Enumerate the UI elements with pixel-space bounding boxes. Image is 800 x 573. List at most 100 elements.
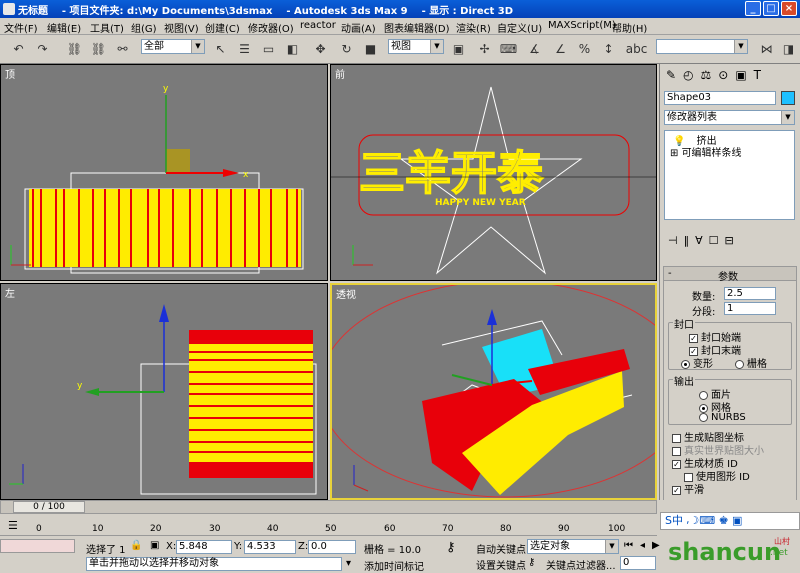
- x-coordinate-input[interactable]: 5.848: [176, 540, 232, 554]
- amount-input[interactable]: 2.5: [724, 287, 776, 300]
- maxscript-listener[interactable]: [0, 539, 75, 553]
- time-tag-icon[interactable]: ▾: [346, 558, 351, 569]
- key-filters-button[interactable]: 关键点过滤器...: [546, 557, 616, 572]
- redo-icon[interactable]: ↷: [32, 38, 53, 59]
- undo-icon[interactable]: ↶: [8, 38, 29, 59]
- viewport-label-top[interactable]: 顶: [5, 66, 15, 81]
- menu-create[interactable]: 创建(C): [205, 20, 240, 35]
- menu-animation[interactable]: 动画(A): [341, 20, 376, 35]
- menu-tools[interactable]: 工具(T): [90, 20, 124, 35]
- selection-filter-dropdown[interactable]: 全部 ▼: [141, 39, 205, 54]
- track-bar[interactable]: ☰ 0 10 20 30 40 50 60 70 80 90 100: [0, 516, 657, 536]
- viewport-label-perspective[interactable]: 透视: [336, 286, 356, 301]
- menu-graph-editors[interactable]: 图表编辑器(D): [384, 20, 450, 35]
- watermark-domain: .net: [770, 548, 788, 558]
- menu-group[interactable]: 组(G): [131, 20, 157, 35]
- select-and-rotate-icon[interactable]: ↻: [336, 38, 357, 59]
- front-view-subtitle-text: HAPPY NEW YEAR: [435, 198, 526, 208]
- set-key-button[interactable]: 设置关键点: [476, 557, 526, 572]
- menu-rendering[interactable]: 渲染(R): [456, 20, 491, 35]
- stack-item-editable-spline[interactable]: ⊞ 可编辑样条线: [670, 144, 742, 159]
- absolute-mode-icon[interactable]: ▣: [150, 540, 159, 551]
- unlink-icon[interactable]: ⛓: [88, 38, 109, 59]
- menu-reactor[interactable]: reactor: [300, 20, 336, 31]
- command-panel-tabs-icon[interactable]: ✎◴⚖⊙▣T: [666, 68, 768, 82]
- stack-tools-icon[interactable]: ⊣‖∀☐⊟: [668, 234, 740, 247]
- object-name-input[interactable]: Shape03: [664, 91, 776, 105]
- select-and-scale-icon[interactable]: ■: [360, 38, 381, 59]
- previous-frame-icon[interactable]: ◂: [640, 540, 645, 551]
- reference-coordinate-dropdown[interactable]: 视图 ▼: [388, 39, 444, 54]
- play-icon[interactable]: ▶: [652, 540, 660, 551]
- key-filters-icon[interactable]: ⚷: [528, 557, 535, 568]
- viewport-perspective[interactable]: 透视: [330, 283, 657, 500]
- angle-snap-icon[interactable]: ∠: [550, 38, 571, 59]
- menu-modifiers[interactable]: 修改器(O): [248, 20, 294, 35]
- bind-space-warp-icon[interactable]: ⚯: [112, 38, 133, 59]
- modifier-list-dropdown[interactable]: 修改器列表 ▼: [664, 110, 795, 125]
- goto-start-icon[interactable]: ⏮: [624, 540, 633, 551]
- menu-customize[interactable]: 自定义(U): [497, 20, 542, 35]
- window-title: 无标题 - 项目文件夹: d:\My Documents\3dsmax - Au…: [18, 6, 514, 17]
- viewport-label-front[interactable]: 前: [335, 66, 345, 81]
- select-and-move-icon[interactable]: ✥: [310, 38, 331, 59]
- command-panel: ✎◴⚖⊙▣T Shape03 修改器列表 ▼ 💡 挤出 ⊞ 可编辑样条线 ⊣‖∀☐…: [659, 64, 800, 512]
- lock-selection-icon[interactable]: 🔒: [130, 540, 142, 551]
- watermark-sub: 山村: [774, 537, 790, 546]
- mini-curve-editor-icon[interactable]: ☰: [8, 519, 18, 532]
- close-button[interactable]: ×: [781, 1, 797, 16]
- current-frame-input[interactable]: 0: [620, 556, 656, 570]
- viewport-label-left[interactable]: 左: [5, 285, 15, 300]
- selection-count: 选择了 1: [86, 545, 126, 556]
- tick-80: 80: [500, 524, 512, 534]
- select-and-manipulate-icon[interactable]: ✢: [474, 38, 495, 59]
- viewport-front[interactable]: 三羊开泰 HAPPY NEW YEAR 前: [330, 64, 657, 281]
- key-icon[interactable]: ⚷: [446, 540, 456, 555]
- smooth-checkbox[interactable]: ✓ 平滑: [672, 481, 704, 496]
- maximize-button[interactable]: □: [763, 1, 779, 16]
- segments-input[interactable]: 1: [724, 302, 776, 315]
- percent-snap-icon[interactable]: %: [574, 38, 595, 59]
- menu-maxscript[interactable]: MAXScript(M): [548, 20, 616, 31]
- menu-views[interactable]: 视图(V): [164, 20, 199, 35]
- pivot-center-icon[interactable]: ▣: [448, 38, 469, 59]
- bottom-panel: 0 / 100 ☰ 0 10 20 30 40 50 60 70 80 90 1…: [0, 500, 800, 573]
- select-and-link-icon[interactable]: ⛓: [64, 38, 85, 59]
- key-set-dropdown[interactable]: 选定对象 ▼: [527, 539, 619, 554]
- named-selection-dropdown[interactable]: ▼: [656, 39, 748, 54]
- app-icon: [3, 3, 15, 15]
- grid-radio[interactable]: 栅格: [735, 355, 767, 370]
- rollout-header[interactable]: - 参数: [664, 267, 796, 283]
- minimize-button[interactable]: _: [745, 1, 761, 16]
- auto-key-button[interactable]: 自动关键点: [476, 541, 526, 556]
- spinner-snap-icon[interactable]: ↕: [598, 38, 619, 59]
- output-group: 输出 面片 网格 NURBS: [668, 373, 792, 425]
- menu-help[interactable]: 帮助(H): [612, 20, 647, 35]
- window-crossing-icon[interactable]: ◧: [282, 38, 303, 59]
- nurbs-radio[interactable]: NURBS: [699, 412, 746, 423]
- menu-file[interactable]: 文件(F): [4, 20, 38, 35]
- viewport-top[interactable]: y x 顶: [0, 64, 328, 281]
- time-slider-thumb[interactable]: 0 / 100: [13, 501, 85, 513]
- morph-radio[interactable]: 变形: [681, 355, 713, 370]
- object-color-swatch[interactable]: [781, 91, 795, 105]
- z-coordinate-input[interactable]: 0.0: [308, 540, 356, 554]
- chevron-down-icon: ▼: [605, 540, 618, 553]
- keyboard-shortcut-icon[interactable]: ⌨: [498, 38, 519, 59]
- main-toolbar: ↶ ↷ ⛓ ⛓ ⚯ 全部 ▼ ↖ ☰ ▭ ◧ ✥ ↻ ■ 视图 ▼ ▣ ✢ ⌨ ∡ …: [0, 35, 800, 64]
- ime-toolbar[interactable]: S中 ⸴☽⌨ ♚ ▣: [660, 512, 800, 530]
- menu-edit[interactable]: 编辑(E): [47, 20, 81, 35]
- status-prompt: 单击并拖动以选择并移动对象: [86, 557, 342, 571]
- edit-named-selection-icon[interactable]: abc: [626, 38, 648, 59]
- snap-toggle-icon[interactable]: ∡: [524, 38, 545, 59]
- front-view-title-text: 三羊开泰: [359, 146, 544, 200]
- select-object-icon[interactable]: ↖: [210, 38, 231, 59]
- menu-bar: 文件(F) 编辑(E) 工具(T) 组(G) 视图(V) 创建(C) 修改器(O…: [0, 18, 800, 35]
- mirror-icon[interactable]: ⋈: [756, 38, 777, 59]
- y-coordinate-input[interactable]: 4.533: [244, 540, 296, 554]
- viewport-left[interactable]: y 左: [0, 283, 328, 500]
- time-slider-track[interactable]: 0 / 100: [0, 500, 657, 514]
- select-by-name-icon[interactable]: ☰: [234, 38, 255, 59]
- rect-selection-icon[interactable]: ▭: [258, 38, 279, 59]
- align-icon[interactable]: ◨: [778, 38, 799, 59]
